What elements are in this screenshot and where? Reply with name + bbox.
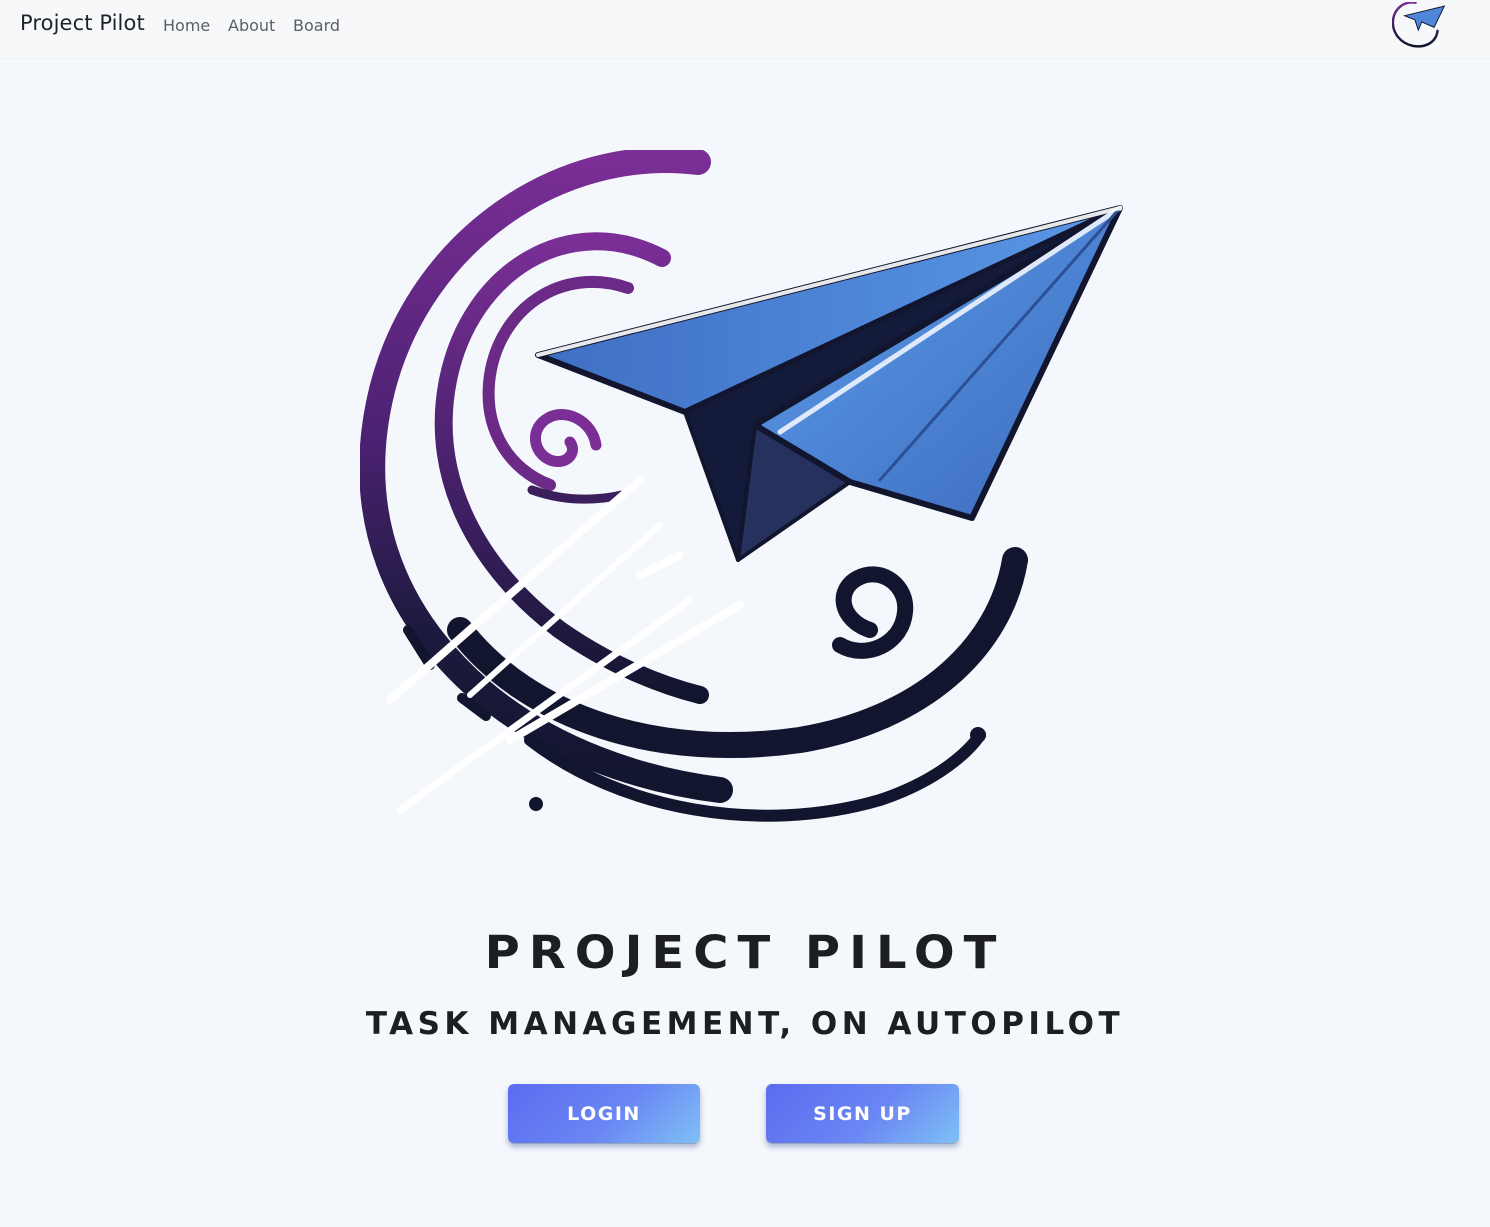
nav-link-board[interactable]: Board bbox=[293, 16, 340, 35]
navbar: Project Pilot Home About Board bbox=[0, 0, 1490, 58]
brand-link[interactable]: Project Pilot bbox=[20, 11, 145, 35]
hero-subtitle: TASK MANAGEMENT, ON AUTOPILOT bbox=[365, 1006, 1125, 1042]
sign-up-button[interactable]: SIGN UP bbox=[766, 1084, 959, 1143]
paper-plane-logo-icon[interactable] bbox=[1392, 2, 1446, 50]
nav-link-about[interactable]: About bbox=[228, 16, 275, 35]
hero-title: PROJECT PILOT bbox=[484, 926, 1006, 980]
login-button[interactable]: LOGIN bbox=[508, 1084, 700, 1143]
spiral-right bbox=[832, 566, 914, 659]
paper-plane-logo-icon bbox=[360, 150, 1123, 822]
swirl-middle bbox=[434, 232, 709, 704]
nav-link-home[interactable]: Home bbox=[163, 16, 210, 35]
spiral-left bbox=[530, 409, 602, 467]
